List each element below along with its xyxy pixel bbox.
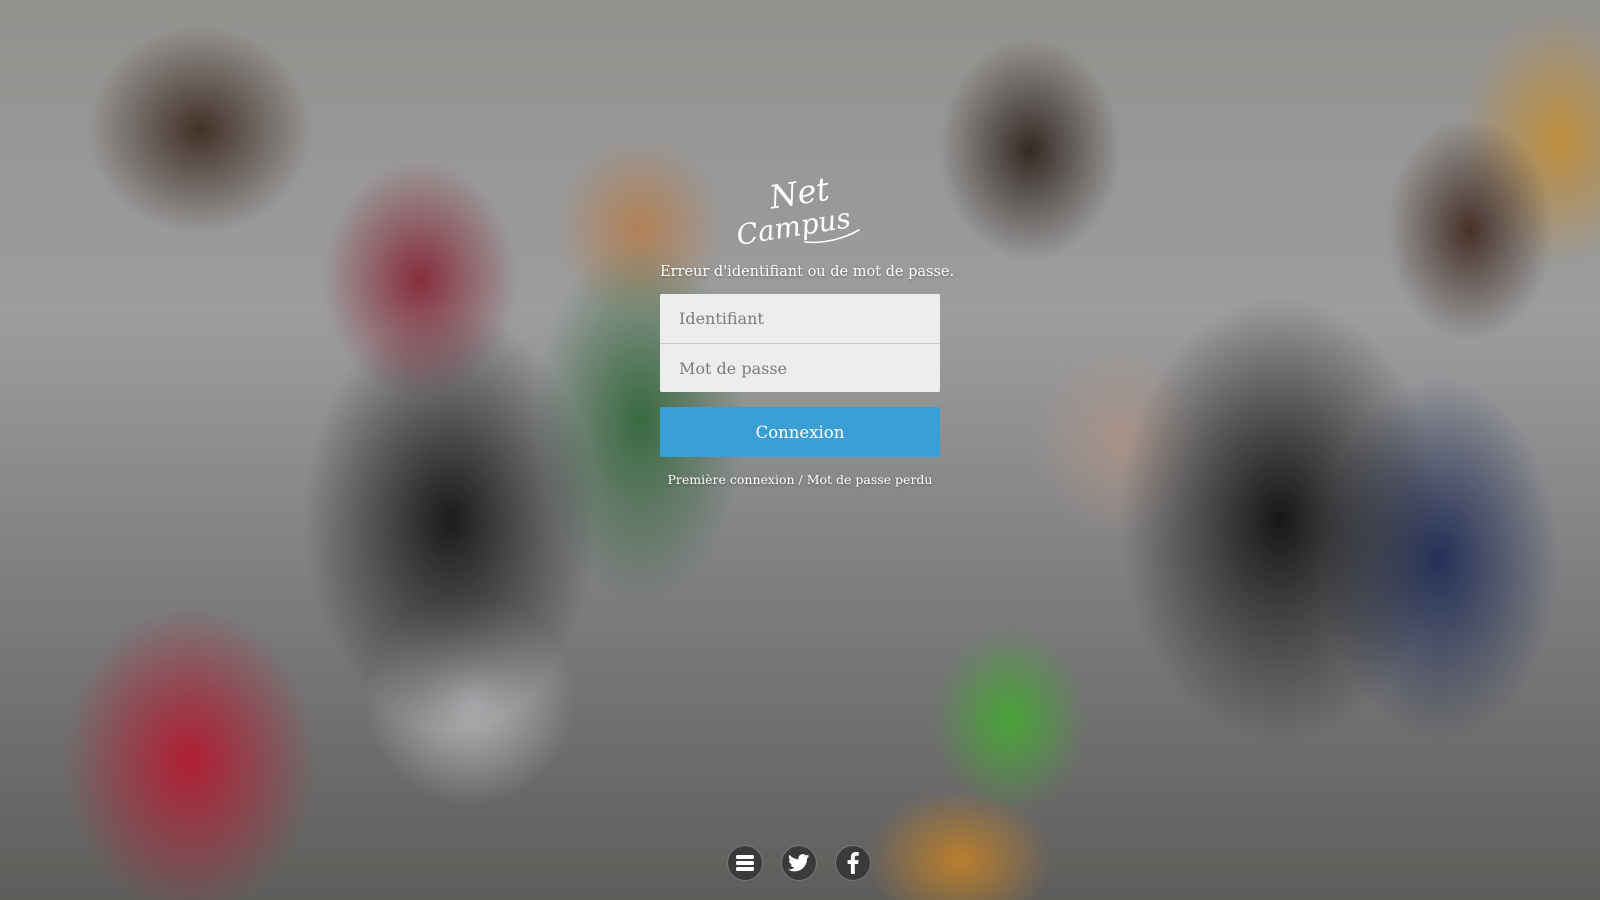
list-icon xyxy=(736,855,754,871)
login-panel: Net Campus Erreur d'identifiant ou de mo… xyxy=(660,170,955,487)
twitter-icon xyxy=(788,854,810,872)
username-input[interactable] xyxy=(660,294,940,343)
facebook-icon xyxy=(847,852,859,874)
first-login-link[interactable]: Première connexion xyxy=(668,472,795,487)
blog-button[interactable] xyxy=(728,846,762,880)
twitter-button[interactable] xyxy=(782,846,816,880)
link-separator: / xyxy=(794,472,807,487)
login-error-message: Erreur d'identifiant ou de mot de passe. xyxy=(660,264,955,280)
login-fields xyxy=(660,294,940,392)
lost-password-link[interactable]: Mot de passe perdu xyxy=(807,472,933,487)
social-links xyxy=(728,846,870,880)
facebook-button[interactable] xyxy=(836,846,870,880)
password-input[interactable] xyxy=(660,343,940,392)
netcampus-logo: Net Campus xyxy=(735,170,860,250)
login-button[interactable]: Connexion xyxy=(660,407,940,457)
login-links: Première connexion / Mot de passe perdu xyxy=(660,472,940,487)
